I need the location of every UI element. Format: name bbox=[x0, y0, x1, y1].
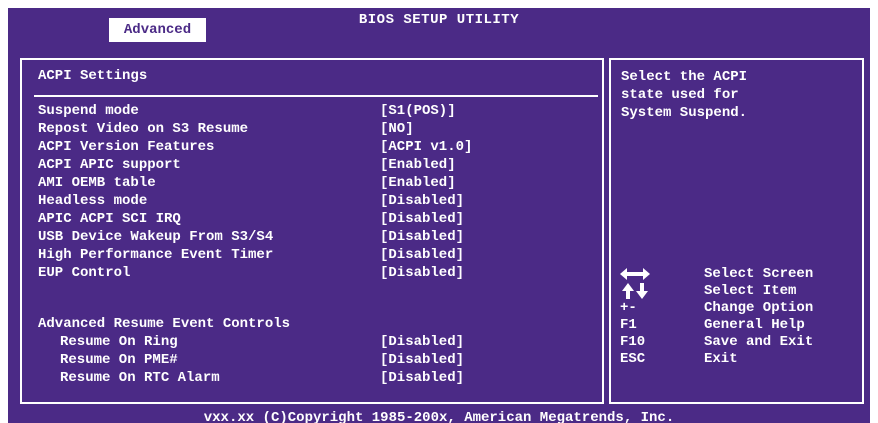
setting-headless-mode[interactable]: Headless mode [Disabled] bbox=[38, 192, 598, 210]
setting-label: APIC ACPI SCI IRQ bbox=[38, 211, 181, 227]
setting-suspend-mode[interactable]: Suspend mode [S1(POS)] bbox=[38, 102, 598, 120]
setting-label: High Performance Event Timer bbox=[38, 247, 274, 263]
key-label: F1 bbox=[620, 317, 637, 333]
setting-label: ACPI Version Features bbox=[38, 139, 215, 155]
setting-value[interactable]: [Disabled] bbox=[380, 192, 464, 210]
key-row-save-exit: F10 Save and Exit bbox=[620, 334, 860, 351]
setting-resume-on-rtc[interactable]: Resume On RTC Alarm [Disabled] bbox=[38, 369, 598, 387]
setting-value[interactable]: [Disabled] bbox=[380, 228, 464, 246]
setting-value[interactable]: [Disabled] bbox=[380, 333, 464, 351]
setting-value[interactable]: [S1(POS)] bbox=[380, 102, 456, 120]
key-desc: Select Screen bbox=[704, 266, 814, 282]
group-title: Advanced Resume Event Controls bbox=[38, 315, 598, 333]
setting-label: Repost Video on S3 Resume bbox=[38, 121, 249, 137]
setting-value[interactable]: [Enabled] bbox=[380, 174, 456, 192]
help-line: state used for bbox=[621, 87, 739, 103]
setting-value[interactable]: [Disabled] bbox=[380, 210, 464, 228]
setting-value[interactable]: [Enabled] bbox=[380, 156, 456, 174]
setting-label: Resume On Ring bbox=[60, 334, 178, 350]
group-title-label: Advanced Resume Event Controls bbox=[38, 316, 291, 332]
section-divider bbox=[34, 95, 598, 97]
setting-label: Headless mode bbox=[38, 193, 148, 209]
setting-acpi-version[interactable]: ACPI Version Features [ACPI v1.0] bbox=[38, 138, 598, 156]
left-right-arrows-icon bbox=[620, 266, 660, 282]
setting-value[interactable]: [Disabled] bbox=[380, 369, 464, 387]
key-desc: Exit bbox=[704, 351, 738, 367]
setting-acpi-apic[interactable]: ACPI APIC support [Enabled] bbox=[38, 156, 598, 174]
setting-value[interactable]: [Disabled] bbox=[380, 264, 464, 282]
up-down-arrows-icon bbox=[620, 283, 660, 299]
key-row-select-screen: Select Screen bbox=[620, 266, 860, 283]
copyright-text: vxx.xx (C)Copyright 1985-200x, American … bbox=[203, 410, 675, 423]
setting-label: USB Device Wakeup From S3/S4 bbox=[38, 229, 274, 245]
setting-value[interactable]: [Disabled] bbox=[380, 246, 464, 264]
setting-label: Resume On PME# bbox=[60, 352, 178, 368]
setting-apic-acpi-sci-irq[interactable]: APIC ACPI SCI IRQ [Disabled] bbox=[38, 210, 598, 228]
key-label: F10 bbox=[620, 334, 646, 350]
setting-resume-on-ring[interactable]: Resume On Ring [Disabled] bbox=[38, 333, 598, 351]
setting-value[interactable]: [Disabled] bbox=[380, 351, 464, 369]
setting-label: EUP Control bbox=[38, 265, 131, 281]
setting-value[interactable]: [NO] bbox=[380, 120, 414, 138]
footer-bar: vxx.xx (C)Copyright 1985-200x, American … bbox=[8, 410, 870, 423]
setting-resume-on-pme[interactable]: Resume On PME# [Disabled] bbox=[38, 351, 598, 369]
setting-ami-oemb[interactable]: AMI OEMB table [Enabled] bbox=[38, 174, 598, 192]
setting-eup-control[interactable]: EUP Control [Disabled] bbox=[38, 264, 598, 282]
key-desc: Select Item bbox=[704, 283, 797, 299]
key-desc: Save and Exit bbox=[704, 334, 814, 350]
key-row-select-item: Select Item bbox=[620, 283, 860, 300]
setting-usb-wakeup[interactable]: USB Device Wakeup From S3/S4 [Disabled] bbox=[38, 228, 598, 246]
key-row-change-option: +- Change Option bbox=[620, 300, 860, 317]
help-text: Select the ACPI state used for System Su… bbox=[621, 68, 851, 122]
setting-hpet[interactable]: High Performance Event Timer [Disabled] bbox=[38, 246, 598, 264]
setting-repost-video[interactable]: Repost Video on S3 Resume [NO] bbox=[38, 120, 598, 138]
key-legend: Select Screen Select Item +- Change Opti… bbox=[620, 266, 860, 368]
key-desc: General Help bbox=[704, 317, 805, 333]
setting-label: Suspend mode bbox=[38, 103, 139, 119]
help-line: System Suspend. bbox=[621, 105, 748, 121]
setting-value[interactable]: [ACPI v1.0] bbox=[380, 138, 472, 156]
key-desc: Change Option bbox=[704, 300, 814, 316]
setting-label: ACPI APIC support bbox=[38, 157, 181, 173]
key-label: ESC bbox=[620, 351, 646, 367]
key-row-exit: ESC Exit bbox=[620, 351, 860, 368]
tab-advanced[interactable]: Advanced bbox=[109, 18, 206, 42]
section-title: ACPI Settings bbox=[38, 68, 148, 84]
key-row-general-help: F1 General Help bbox=[620, 317, 860, 334]
setting-label: Resume On RTC Alarm bbox=[60, 370, 220, 386]
key-label: +- bbox=[620, 300, 637, 316]
setting-label: AMI OEMB table bbox=[38, 175, 156, 191]
help-line: Select the ACPI bbox=[621, 69, 748, 85]
